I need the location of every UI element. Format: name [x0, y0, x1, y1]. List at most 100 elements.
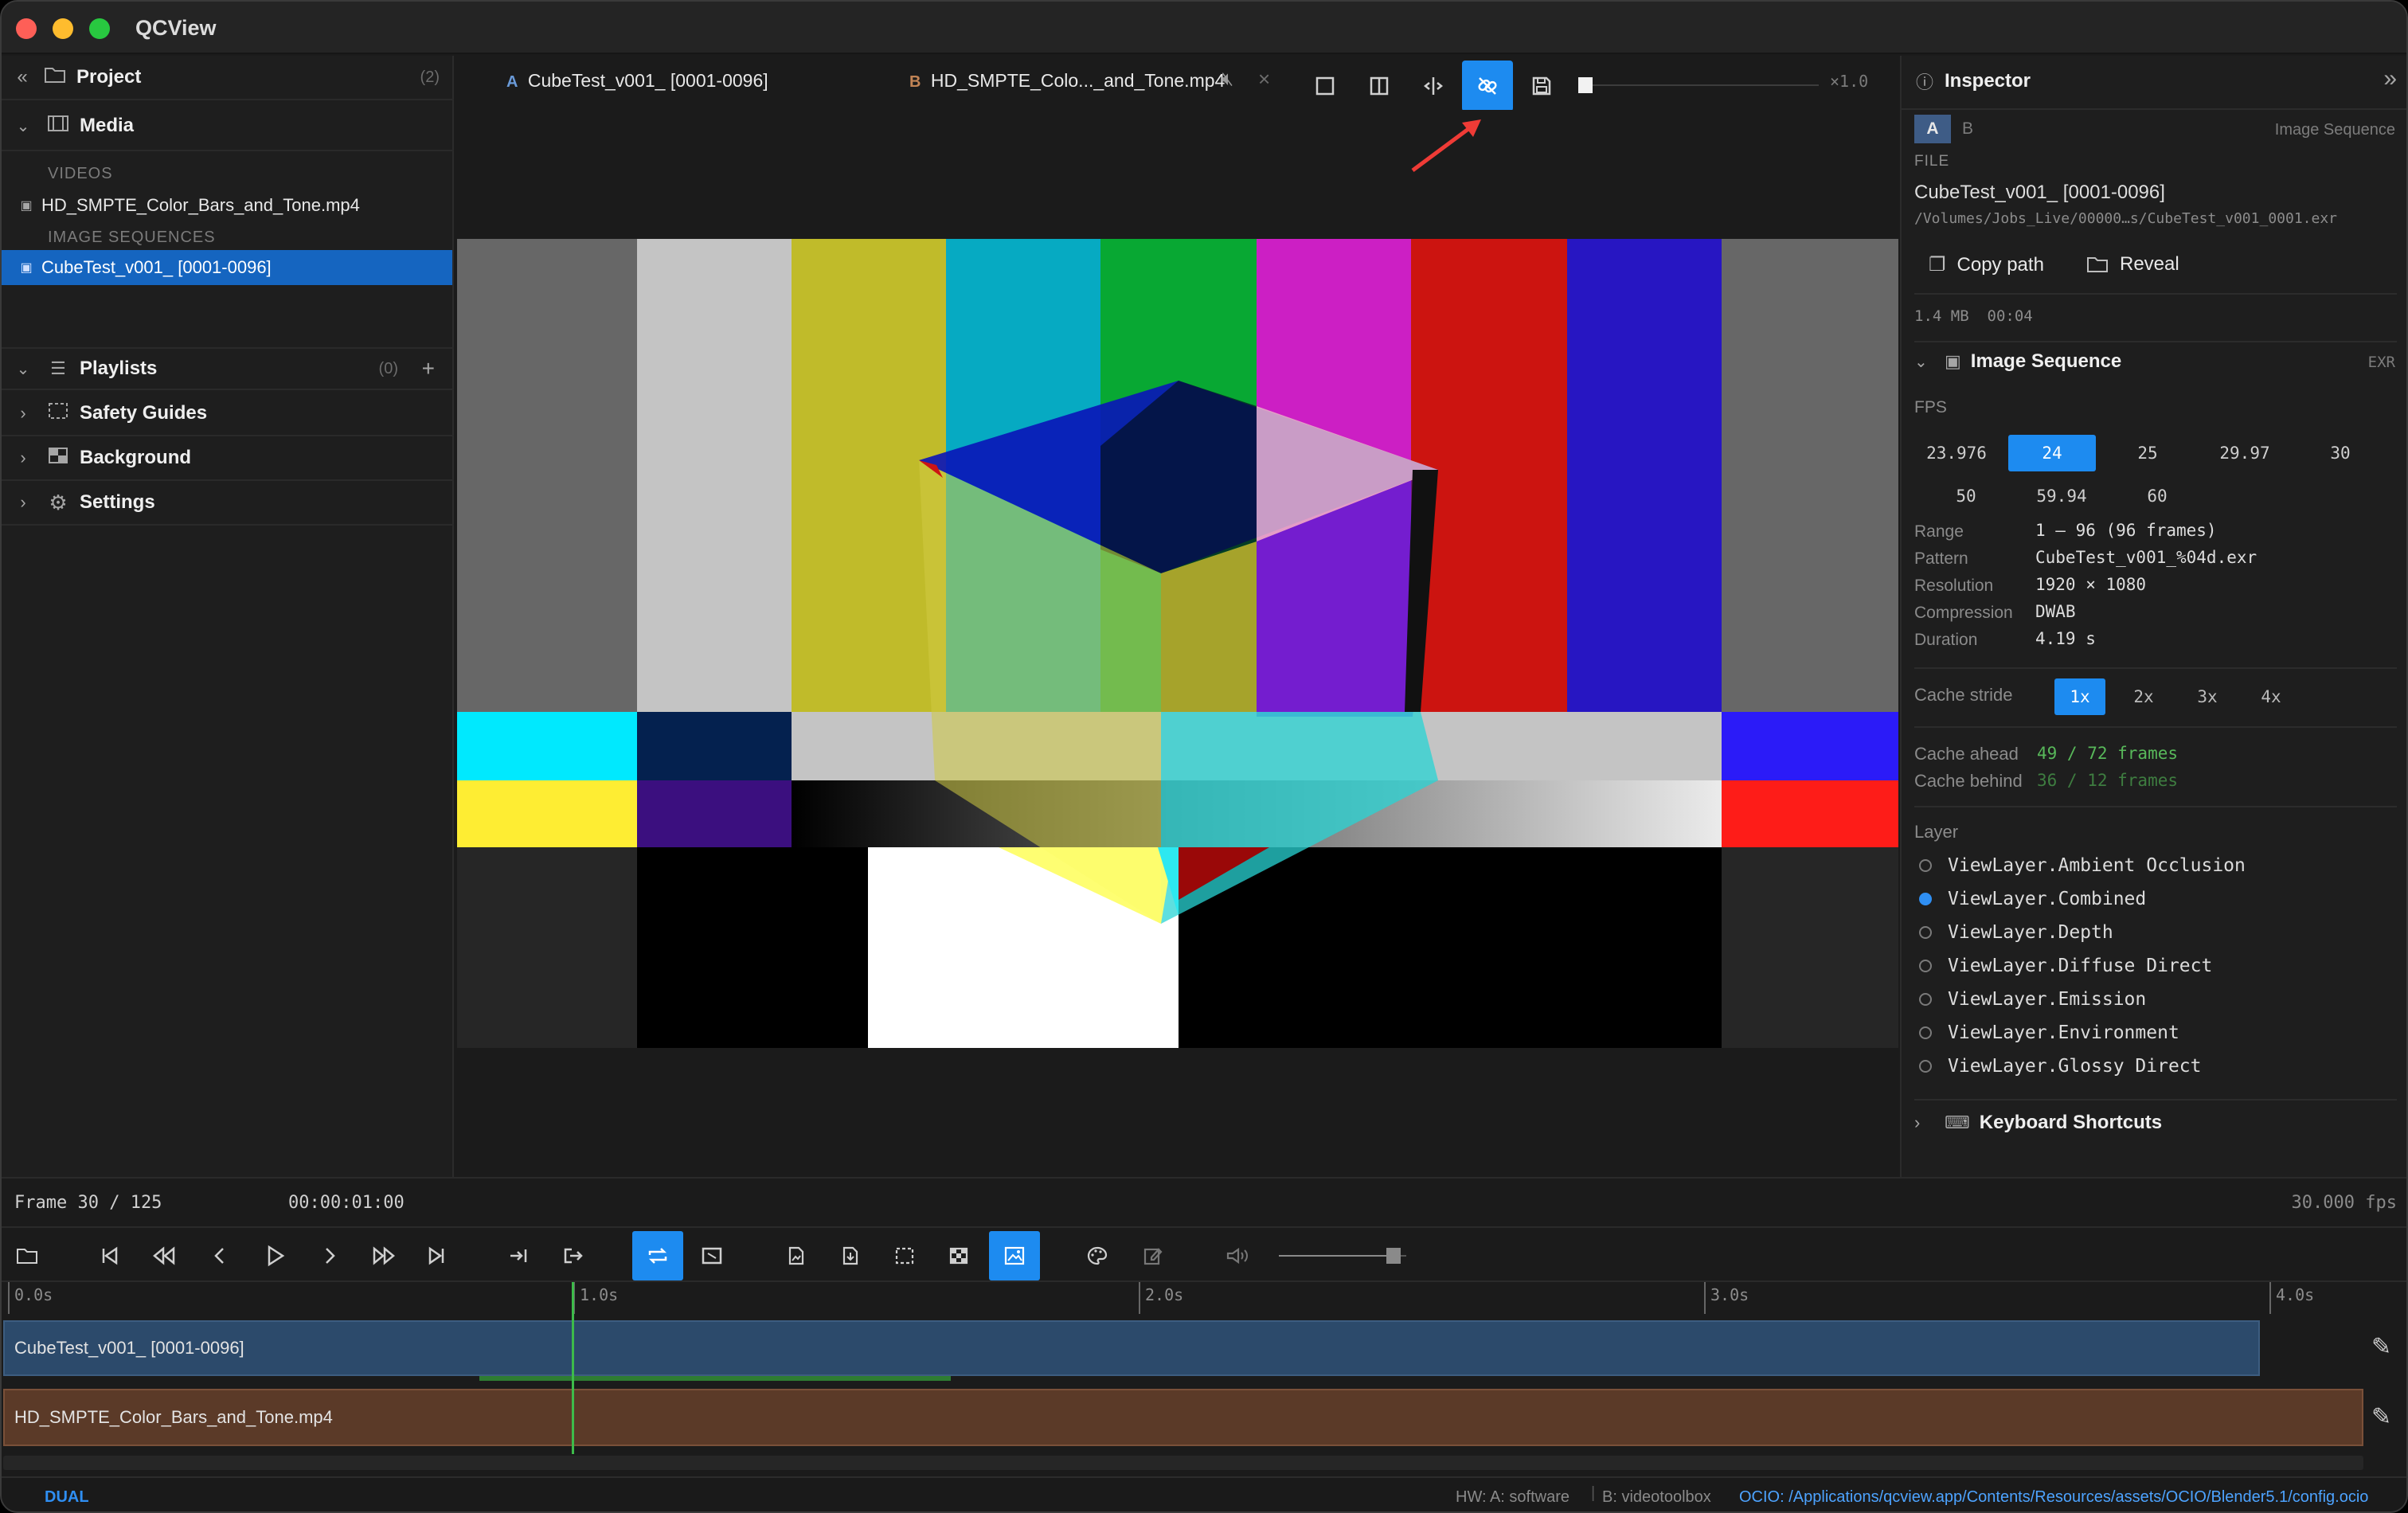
- link-sync-button[interactable]: [1462, 61, 1513, 111]
- add-playlist-button[interactable]: +: [422, 356, 435, 381]
- background-toggle-button[interactable]: [933, 1231, 984, 1280]
- fps-option[interactable]: 25: [2104, 435, 2191, 471]
- play-button[interactable]: [250, 1231, 301, 1280]
- copy-path-button[interactable]: ❐ Copy path: [1929, 253, 2044, 276]
- source-b-toggle[interactable]: B: [1962, 119, 1973, 139]
- chevron-right-icon[interactable]: ›: [14, 492, 32, 513]
- format-badge: EXR: [2367, 354, 2395, 371]
- fps-option[interactable]: 24: [2008, 435, 2096, 471]
- fit-view-button[interactable]: [686, 1231, 737, 1280]
- fps-option[interactable]: 60: [2113, 478, 2201, 514]
- tab-b[interactable]: B HD_SMPTE_Colo..._and_Tone.mp4: [909, 70, 1225, 92]
- layer-option[interactable]: ViewLayer.Diffuse Direct: [1919, 956, 2212, 976]
- step-forward-button[interactable]: [304, 1231, 355, 1280]
- project-count: (2): [420, 68, 440, 86]
- safety-guides-button[interactable]: [879, 1231, 930, 1280]
- fast-forward-button[interactable]: [358, 1231, 409, 1280]
- media-item-video[interactable]: ▣ HD_SMPTE_Color_Bars_and_Tone.mp4: [2, 190, 454, 221]
- ruler-tick: 3.0s: [1704, 1282, 1749, 1314]
- media-header[interactable]: ⌄ Media: [2, 102, 454, 151]
- single-view-button[interactable]: [1300, 61, 1351, 111]
- collapse-sidebar-icon[interactable]: «: [13, 66, 32, 88]
- timeline-ruler[interactable]: 0.0s 1.0s 2.0s 3.0s 4.0s: [2, 1282, 2363, 1314]
- fps-option[interactable]: 50: [1922, 478, 2010, 514]
- reveal-button[interactable]: Reveal: [2086, 253, 2179, 276]
- annotate-button[interactable]: [1128, 1231, 1179, 1280]
- chevron-down-icon[interactable]: ⌄: [14, 359, 32, 379]
- chevron-right-icon[interactable]: ›: [14, 448, 32, 468]
- split-view-button[interactable]: [1354, 61, 1405, 111]
- radio-icon: [1919, 993, 1932, 1006]
- close-window-button[interactable]: [16, 18, 37, 39]
- property-key: Compression: [1914, 604, 2013, 622]
- slider-handle[interactable]: [1578, 77, 1593, 93]
- keyboard-shortcuts-section[interactable]: › ⌨ Keyboard Shortcuts: [1914, 1112, 2162, 1134]
- tab-a[interactable]: A CubeTest_v001_ [0001-0096]: [506, 70, 768, 92]
- zoom-window-button[interactable]: [89, 18, 110, 39]
- cache-stride-option[interactable]: 2x: [2118, 678, 2169, 715]
- download-button[interactable]: [825, 1231, 876, 1280]
- chevron-right-icon[interactable]: ›: [14, 403, 32, 424]
- collapse-inspector-icon[interactable]: »: [2383, 65, 2397, 92]
- close-tab-b-icon[interactable]: ×: [1258, 67, 1270, 92]
- image-sequence-section[interactable]: ⌄ ▣ Image Sequence: [1914, 350, 2121, 373]
- mute-b-icon[interactable]: 🔇︎: [1222, 68, 1233, 91]
- layer-option[interactable]: ViewLayer.Emission: [1919, 989, 2146, 1010]
- go-to-end-button[interactable]: [411, 1231, 462, 1280]
- layer-option[interactable]: ViewLayer.Environment: [1919, 1022, 2179, 1043]
- playlist-icon: ☰: [50, 358, 66, 378]
- fps-option[interactable]: 23.976: [1913, 435, 2000, 471]
- track-b[interactable]: HD_SMPTE_Color_Bars_and_Tone.mp4: [3, 1389, 2363, 1446]
- edit-track-a-icon[interactable]: ✎: [2371, 1333, 2391, 1361]
- volume-button[interactable]: [1212, 1231, 1263, 1280]
- wipe-position-slider[interactable]: [1578, 77, 1819, 93]
- fps-option[interactable]: 59.94: [2018, 478, 2105, 514]
- edit-track-b-icon[interactable]: ✎: [2371, 1403, 2391, 1431]
- layer-option[interactable]: ViewLayer.Depth: [1919, 922, 2113, 943]
- timeline-scrollbar[interactable]: [3, 1456, 2363, 1470]
- cache-stride-option[interactable]: 3x: [2182, 678, 2233, 715]
- source-a-toggle[interactable]: A: [1914, 115, 1951, 143]
- step-back-button[interactable]: [194, 1231, 245, 1280]
- volume-slider[interactable]: [1279, 1248, 1406, 1264]
- background-header[interactable]: › Background: [2, 436, 454, 481]
- go-to-start-button[interactable]: [84, 1231, 135, 1280]
- annotation-arrow: [1411, 119, 1481, 173]
- open-file-button[interactable]: [2, 1231, 53, 1280]
- sidebar: « Project (2) ⌄ Media VIDEOS ▣ HD_SMPTE_…: [2, 56, 454, 1177]
- folder-icon: [43, 66, 67, 89]
- wipe-button[interactable]: [1408, 61, 1459, 111]
- safety-guides-header[interactable]: › Safety Guides: [2, 392, 454, 436]
- chevron-down-icon[interactable]: ⌄: [14, 116, 32, 136]
- rewind-button[interactable]: [139, 1231, 190, 1280]
- minimize-window-button[interactable]: [53, 18, 73, 39]
- layer-option[interactable]: ViewLayer.Combined: [1919, 889, 2146, 909]
- media-item-sequence[interactable]: ▣ CubeTest_v001_ [0001-0096]: [2, 250, 452, 285]
- volume-handle[interactable]: [1386, 1248, 1401, 1264]
- media-item-label: CubeTest_v001_ [0001-0096]: [41, 257, 272, 277]
- export-frame-button[interactable]: [771, 1231, 822, 1280]
- videos-group-label: VIDEOS: [48, 164, 113, 182]
- ocio-config-path[interactable]: OCIO: /Applications/qcview.app/Contents/…: [1739, 1488, 2368, 1507]
- radio-icon: [1919, 893, 1932, 905]
- color-picker-button[interactable]: [1072, 1231, 1123, 1280]
- set-out-point-button[interactable]: [548, 1231, 599, 1280]
- playlists-header[interactable]: ⌄ ☰ Playlists (0) +: [2, 347, 454, 390]
- cache-stride-option[interactable]: 4x: [2246, 678, 2297, 715]
- volume-fill: [1279, 1255, 1394, 1257]
- layer-option[interactable]: ViewLayer.Ambient Occlusion: [1919, 855, 2246, 876]
- loop-button[interactable]: [632, 1231, 683, 1280]
- set-in-point-button[interactable]: [494, 1231, 545, 1280]
- playhead[interactable]: [572, 1282, 574, 1454]
- cache-stride-option[interactable]: 1x: [2054, 678, 2105, 715]
- settings-header[interactable]: › ⚙ Settings: [2, 481, 454, 526]
- fps-option[interactable]: 29.97: [2201, 435, 2289, 471]
- save-button[interactable]: [1516, 61, 1567, 111]
- layer-option[interactable]: ViewLayer.Glossy Direct: [1919, 1056, 2202, 1077]
- fps-label: FPS: [1914, 398, 1947, 416]
- frame-status-bar: Frame 30 / 125 00:00:01:00 30.000 fps: [2, 1177, 2406, 1226]
- project-header[interactable]: « Project (2): [2, 56, 454, 100]
- fps-option[interactable]: 30: [2297, 435, 2384, 471]
- image-view-button[interactable]: [989, 1231, 1040, 1280]
- track-a[interactable]: CubeTest_v001_ [0001-0096]: [3, 1320, 2260, 1376]
